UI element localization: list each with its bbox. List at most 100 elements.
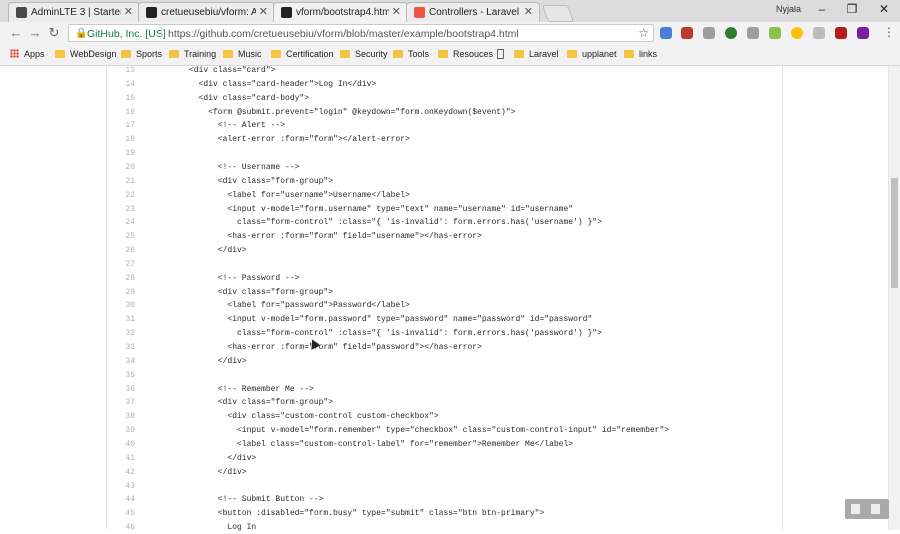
code-text: <input v-model="form.remember" type="che… [189, 426, 670, 436]
line-number[interactable]: 31 [107, 313, 135, 326]
line-number[interactable]: 39 [107, 424, 135, 437]
line-number[interactable]: 35 [107, 369, 135, 382]
bookmark-laravel[interactable]: Laravel [514, 49, 559, 59]
tab-2[interactable]: cretueusebiu/vform: A si✕ [138, 2, 275, 22]
code-text: <button :disabled="form.busy" type="subm… [189, 509, 545, 519]
line-number[interactable]: 42 [107, 466, 135, 479]
folder-icon [121, 50, 131, 58]
bookmark-certification[interactable]: Certification [271, 49, 334, 59]
profile-name[interactable]: Nyjala [776, 4, 801, 14]
vertical-scrollbar[interactable] [888, 66, 900, 530]
code-line: 44 <!-- Submit Button --> [107, 493, 783, 506]
bookmark-webdesign[interactable]: WebDesign [55, 49, 116, 59]
pdf-extension-icon[interactable] [835, 27, 847, 39]
code-line: 46 Log In [107, 521, 783, 534]
line-number[interactable]: 22 [107, 189, 135, 202]
line-number[interactable]: 45 [107, 507, 135, 520]
code-viewer: 13 <div class="card"> 14 <div class="card-… [106, 64, 783, 532]
code-text: Log In [189, 523, 257, 533]
line-number[interactable]: 30 [107, 299, 135, 312]
line-number[interactable]: 17 [107, 119, 135, 132]
line-number[interactable]: 15 [107, 92, 135, 105]
site-identity[interactable]: GitHub, Inc. [US] [87, 28, 166, 40]
code-text: <div class="custom-control custom-checkb… [189, 412, 439, 422]
github-icon [146, 7, 157, 18]
line-number[interactable]: 33 [107, 341, 135, 354]
bookmark-resouces[interactable]: Resouces [438, 49, 493, 59]
close-tab-icon[interactable]: ✕ [524, 5, 533, 18]
code-text: <alert-error :form="form"></alert-error> [189, 135, 410, 145]
bookmark-tools[interactable]: Tools [393, 49, 429, 59]
page-bookmark-icon[interactable] [497, 49, 504, 59]
line-number[interactable]: 32 [107, 327, 135, 340]
browser-menu-icon[interactable]: ⋮ [883, 25, 895, 39]
extension-icon[interactable] [681, 27, 693, 39]
line-number[interactable]: 36 [107, 383, 135, 396]
code-text: <has-error :form="form" field="password"… [189, 343, 482, 352]
code-line: 23 <input v-model="form.username" type="… [107, 203, 783, 216]
bookmarks-bar: Apps WebDesign Sports Training Music Cer… [0, 44, 900, 66]
new-tab-button[interactable] [541, 5, 575, 22]
extension-icon[interactable] [813, 27, 825, 39]
folder-icon [393, 50, 403, 58]
scrollbar-thumb[interactable] [891, 178, 898, 288]
tab-1[interactable]: AdminLTE 3 | Starter ✕ [8, 2, 140, 22]
bookmark-sports[interactable]: Sports [121, 49, 162, 59]
close-tab-icon[interactable]: ✕ [259, 5, 268, 18]
line-number[interactable]: 43 [107, 480, 135, 493]
bookmark-security[interactable]: Security [340, 49, 388, 59]
line-number[interactable]: 24 [107, 216, 135, 229]
extension-icon[interactable] [857, 27, 869, 39]
url-text[interactable]: https://github.com/cretueusebiu/vform/bl… [168, 28, 519, 40]
line-number[interactable]: 18 [107, 133, 135, 146]
line-number[interactable]: 41 [107, 452, 135, 465]
restore-icon[interactable]: ❐ [842, 2, 862, 16]
line-number[interactable]: 16 [107, 106, 135, 119]
bookmark-training[interactable]: Training [169, 49, 216, 59]
close-window-icon[interactable]: ✕ [874, 2, 894, 16]
line-number[interactable]: 40 [107, 438, 135, 451]
line-number[interactable]: 23 [107, 203, 135, 216]
address-bar[interactable]: 🔒 GitHub, Inc. [US] https://github.com/c… [68, 24, 654, 42]
line-number[interactable]: 20 [107, 161, 135, 174]
line-number[interactable]: 29 [107, 286, 135, 299]
extension-icon[interactable] [769, 27, 781, 39]
bookmark-upplanet[interactable]: upplanet [567, 49, 617, 59]
tab-4[interactable]: Controllers - Laravel - Th✕ [406, 2, 540, 22]
line-number[interactable]: 21 [107, 175, 135, 188]
line-number[interactable]: 37 [107, 396, 135, 409]
bookmark-links[interactable]: links [624, 49, 657, 59]
bookmark-music[interactable]: Music [223, 49, 262, 59]
line-number[interactable]: 14 [107, 78, 135, 91]
tab-3[interactable]: vform/bootstrap4.html at✕ [273, 2, 408, 22]
close-tab-icon[interactable]: ✕ [392, 5, 401, 18]
line-number[interactable]: 27 [107, 258, 135, 271]
line-number[interactable]: 13 [107, 64, 135, 77]
bookmark-star-icon[interactable]: ☆ [638, 26, 649, 40]
line-number[interactable]: 25 [107, 230, 135, 243]
close-tab-icon[interactable]: ✕ [124, 5, 133, 18]
code-line: 39 <input v-model="form.remember" type="… [107, 424, 783, 437]
line-number[interactable]: 26 [107, 244, 135, 257]
back-button[interactable]: ← [8, 25, 24, 40]
line-number[interactable]: 46 [107, 521, 135, 534]
extension-icon[interactable] [747, 27, 759, 39]
extension-icon[interactable] [791, 27, 803, 39]
line-number[interactable]: 38 [107, 410, 135, 423]
code-line: 34 </div> [107, 355, 783, 368]
line-number[interactable]: 19 [107, 147, 135, 160]
code-line: 16 <form @submit.prevent="login" @keydow… [107, 106, 783, 119]
reload-button[interactable]: ↻ [46, 25, 62, 41]
line-number[interactable]: 28 [107, 272, 135, 285]
extension-icon[interactable] [725, 27, 737, 39]
pause-icon[interactable] [851, 504, 860, 514]
fullscreen-icon[interactable] [871, 504, 880, 514]
forward-button[interactable]: → [27, 25, 43, 40]
video-controls[interactable] [845, 499, 889, 519]
camera-extension-icon[interactable] [703, 27, 715, 39]
bookmark-apps[interactable]: Apps [10, 49, 45, 59]
line-number[interactable]: 34 [107, 355, 135, 368]
extension-icon[interactable] [660, 27, 672, 39]
minimize-icon[interactable]: – [812, 2, 832, 16]
line-number[interactable]: 44 [107, 493, 135, 506]
